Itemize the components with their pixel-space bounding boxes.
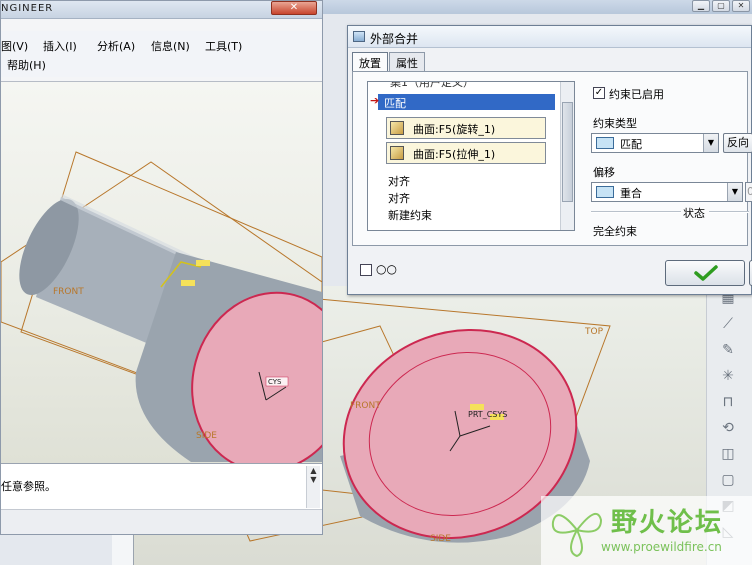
offset-value-field[interactable]: 0: [745, 182, 752, 202]
tab-placement[interactable]: 放置: [352, 52, 388, 72]
message-area: 任意参照。 ▲ ▼: [1, 463, 322, 509]
maximize-button[interactable]: ▢: [712, 0, 730, 12]
constraint-list[interactable]: 集1（用户定义） ➔ 匹配 曲面:F5(旋转_1) 曲面:F5(拉伸_1) 对齐…: [367, 81, 575, 231]
status-bar: [1, 509, 322, 534]
menu-analysis[interactable]: 分析(A): [97, 38, 135, 54]
message-scrollbar[interactable]: ▲ ▼: [306, 466, 320, 508]
constraint-type-label: 约束类型: [593, 117, 637, 130]
placement-panel: 集1（用户定义） ➔ 匹配 曲面:F5(旋转_1) 曲面:F5(拉伸_1) 对齐…: [352, 71, 752, 246]
tab-bar: 放置 属性: [352, 52, 426, 72]
offset-value: 重合: [620, 187, 642, 200]
arrow-icon: ➔: [370, 94, 380, 107]
dialog-footer: ○○: [348, 248, 752, 294]
minimize-button[interactable]: ▁: [692, 0, 710, 12]
assembly-surface-icon: [390, 146, 404, 160]
front-label: FRONT: [53, 287, 84, 297]
checkmark-icon: [694, 265, 718, 281]
lower-left-panel: [112, 535, 134, 565]
offset-label: 偏移: [593, 166, 615, 179]
constraint-type-select[interactable]: 匹配 ▼: [591, 133, 719, 153]
list-scrollbar[interactable]: [560, 82, 574, 230]
constraint-enabled-label: 约束已启用: [609, 88, 664, 101]
datum-axis-tool-icon[interactable]: ⟋: [715, 316, 741, 336]
glasses-icon: ○○: [376, 262, 397, 276]
scrollbar-thumb[interactable]: [562, 102, 573, 202]
window-title: NGINEER: [1, 3, 54, 14]
menu-info[interactable]: 信息(N): [151, 38, 190, 54]
window-controls: ▁ ▢ ✕: [692, 0, 750, 12]
menu-tools[interactable]: 工具(T): [205, 38, 242, 54]
reference-2[interactable]: 曲面:F5(拉伸_1): [386, 142, 546, 164]
reference-1[interactable]: 曲面:F5(旋转_1): [386, 117, 546, 139]
divider: [709, 211, 749, 213]
component-surface-icon: [390, 121, 404, 135]
tab-properties[interactable]: 属性: [389, 52, 425, 72]
new-constraint-row[interactable]: 新建约束: [388, 207, 432, 223]
preview-checkbox[interactable]: [360, 264, 372, 276]
left-model-window: NGINEER ✕ 图(V) 插入(I) 分析(A) 信息(N) 工具(T) 帮…: [0, 0, 323, 535]
constraint-settings: ✓ 约束已启用 约束类型 匹配 ▼ 反向 偏移 重合 ▼ 0 状态 完全约束: [587, 72, 752, 245]
divider: [591, 211, 681, 213]
watermark-title: 野火论坛: [611, 508, 724, 538]
chevron-down-icon: ▼: [727, 183, 742, 201]
constraint-row[interactable]: 对齐: [388, 173, 410, 189]
status-value: 完全约束: [593, 225, 637, 238]
constraint-enabled-checkbox[interactable]: ✓: [593, 87, 605, 99]
coincident-icon: [596, 186, 614, 198]
side-label: SIDE: [196, 431, 217, 441]
butterfly-logo-icon: [551, 512, 603, 558]
menu-view[interactable]: 图(V): [1, 38, 28, 54]
menubar: 图(V) 插入(I) 分析(A) 信息(N) 工具(T) 帮助(H): [1, 31, 322, 77]
datum-point-tool-icon[interactable]: ✳: [715, 368, 741, 388]
external-merge-dialog: 外部合并 放置 属性 集1（用户定义） ➔ 匹配 曲面:F5(旋转_1) 曲面:…: [347, 25, 752, 295]
chevron-down-icon: ▼: [703, 134, 718, 152]
menu-help[interactable]: 帮助(H): [7, 57, 46, 73]
top-label: TOP: [584, 327, 604, 337]
left-graphics-viewport[interactable]: CYS FRONT SIDE: [1, 81, 322, 463]
menu-insert[interactable]: 插入(I): [43, 38, 77, 54]
offset-number: 0: [747, 185, 752, 198]
set-row[interactable]: 集1（用户定义）: [390, 82, 474, 90]
reverse-button[interactable]: 反向: [723, 133, 752, 153]
reference-1-label: 曲面:F5(旋转_1): [413, 123, 496, 136]
sketch-tool-icon[interactable]: ✎: [715, 342, 741, 362]
offset-select[interactable]: 重合 ▼: [591, 182, 743, 202]
constraint-row-selected[interactable]: ➔ 匹配: [370, 94, 555, 110]
watermark-url: www.proewildfire.cn: [601, 540, 722, 554]
extrude-tool-icon[interactable]: ⊓: [715, 394, 741, 414]
csys-label: PRT_CSYS: [468, 410, 507, 419]
shaft-csys-label: CYS: [268, 378, 282, 386]
status-label: 状态: [683, 207, 705, 220]
dialog-title: 外部合并: [370, 32, 419, 46]
front-label: FRONT: [350, 401, 381, 411]
left-titlebar: NGINEER ✕: [1, 1, 322, 19]
hole-tool-icon[interactable]: ◫: [715, 446, 741, 466]
reference-2-label: 曲面:F5(拉伸_1): [413, 148, 496, 161]
side-label: SIDE: [430, 534, 451, 544]
message-text: 任意参照。: [1, 480, 56, 493]
revolve-tool-icon[interactable]: ⟲: [715, 420, 741, 440]
dialog-titlebar: 外部合并: [348, 26, 751, 48]
close-button[interactable]: ✕: [732, 0, 750, 12]
constraint-row[interactable]: 对齐: [388, 190, 410, 206]
selected-constraint-label: 匹配: [384, 97, 406, 110]
window-icon: [353, 31, 365, 42]
close-button[interactable]: ✕: [271, 1, 317, 15]
ok-button[interactable]: [665, 260, 745, 286]
constraint-type-value: 匹配: [620, 138, 642, 151]
part-model-shaft: CYS FRONT SIDE: [1, 151, 322, 463]
mate-icon: [596, 137, 614, 149]
shell-tool-icon[interactable]: ▢: [715, 472, 741, 492]
forum-watermark: 野火论坛 www.proewildfire.cn: [541, 496, 752, 565]
